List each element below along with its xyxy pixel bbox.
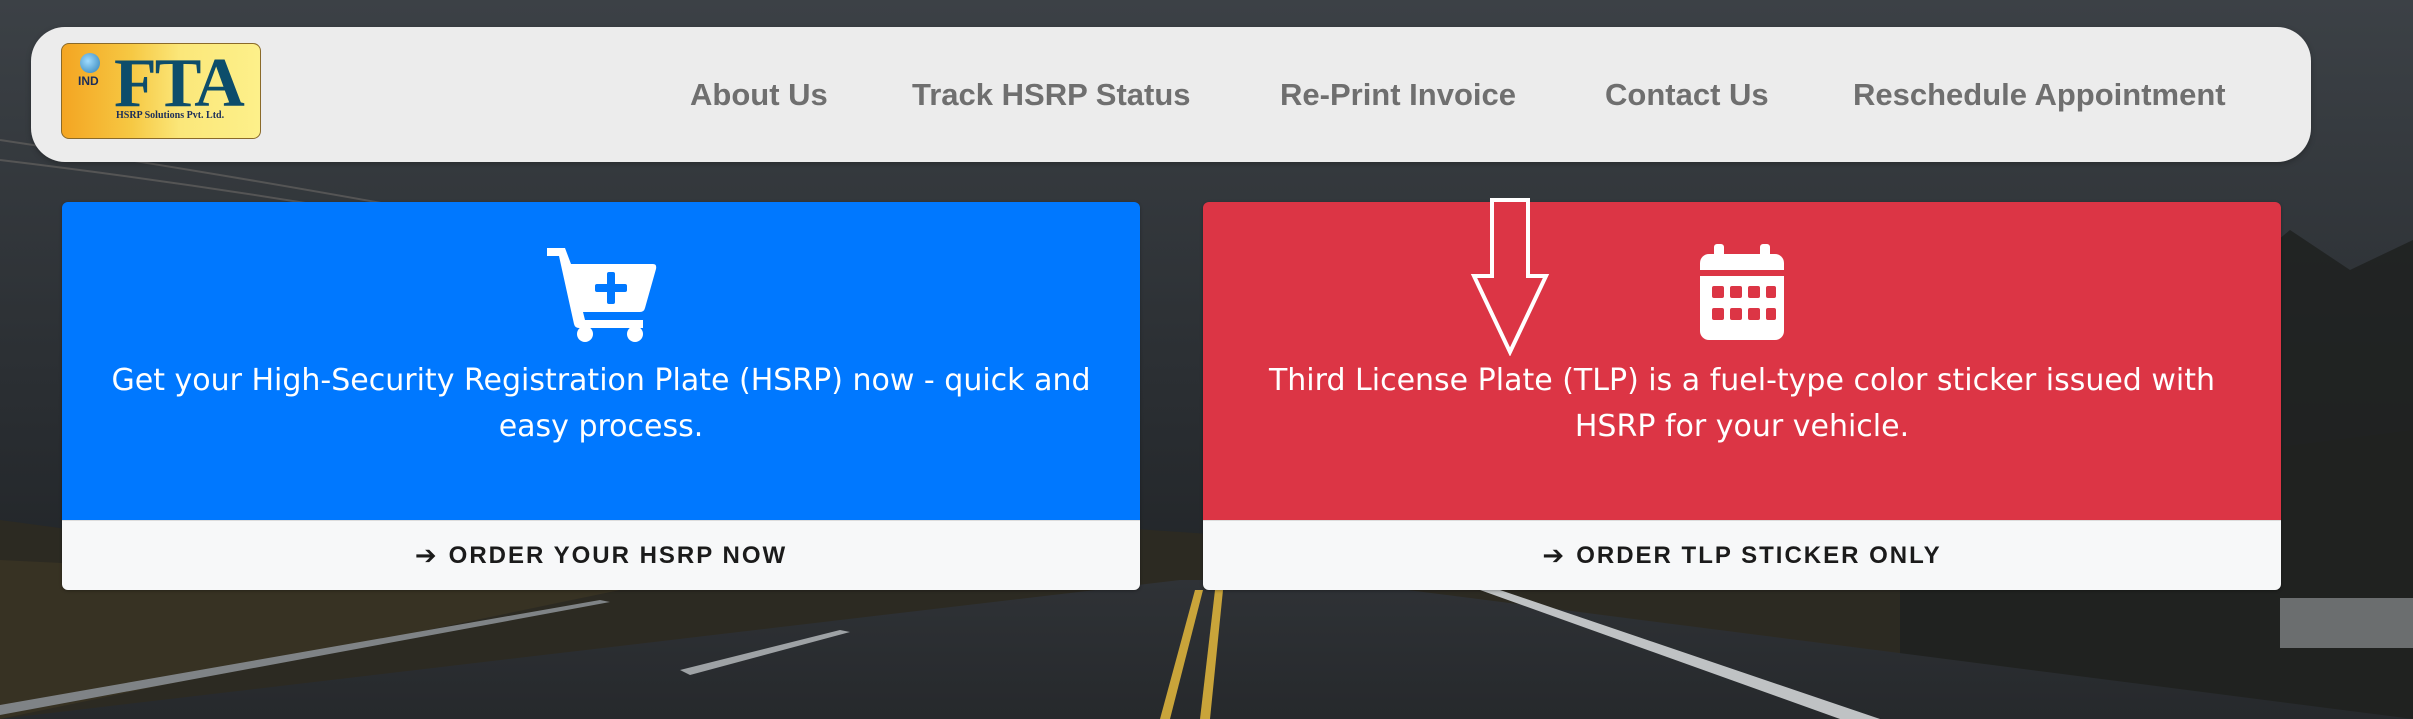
nav-item-reschedule-appointment[interactable]: Reschedule Appointment [1853, 77, 2226, 113]
order-hsrp-button[interactable]: ➔ ORDER YOUR HSRP NOW [62, 520, 1140, 590]
top-navbar: IND FTA HSRP Solutions Pvt. Ltd. About U… [31, 27, 2311, 162]
hsrp-order-card: Get your High-Security Registration Plat… [62, 202, 1140, 590]
logo-country-code: IND [78, 74, 99, 88]
calendar-icon [1700, 244, 1784, 340]
globe-icon [80, 53, 100, 73]
nav-item-track-hsrp-status[interactable]: Track HSRP Status [912, 77, 1191, 113]
nav-item-about-us[interactable]: About Us [690, 77, 828, 113]
tlp-card-body: Third License Plate (TLP) is a fuel-type… [1203, 202, 2281, 520]
arrow-right-icon: ➔ [1542, 541, 1567, 571]
arrow-down-icon [1470, 198, 1550, 356]
order-tlp-button-label: ORDER TLP STICKER ONLY [1576, 542, 1942, 569]
nav-item-reprint-invoice[interactable]: Re-Print Invoice [1280, 77, 1516, 113]
tlp-card-description: Third License Plate (TLP) is a fuel-type… [1268, 363, 2216, 444]
order-hsrp-button-label: ORDER YOUR HSRP NOW [448, 542, 788, 569]
order-tlp-button[interactable]: ➔ ORDER TLP STICKER ONLY [1203, 520, 2281, 590]
cart-plus-icon [547, 248, 657, 342]
hsrp-card-body: Get your High-Security Registration Plat… [62, 202, 1140, 520]
brand-logo[interactable]: IND FTA HSRP Solutions Pvt. Ltd. [61, 43, 261, 139]
hsrp-card-description: Get your High-Security Registration Plat… [111, 363, 1091, 444]
tlp-order-card: Third License Plate (TLP) is a fuel-type… [1203, 202, 2281, 590]
logo-subtitle: HSRP Solutions Pvt. Ltd. [116, 110, 225, 121]
arrow-right-icon: ➔ [414, 541, 439, 571]
nav-item-contact-us[interactable]: Contact Us [1605, 77, 1769, 113]
